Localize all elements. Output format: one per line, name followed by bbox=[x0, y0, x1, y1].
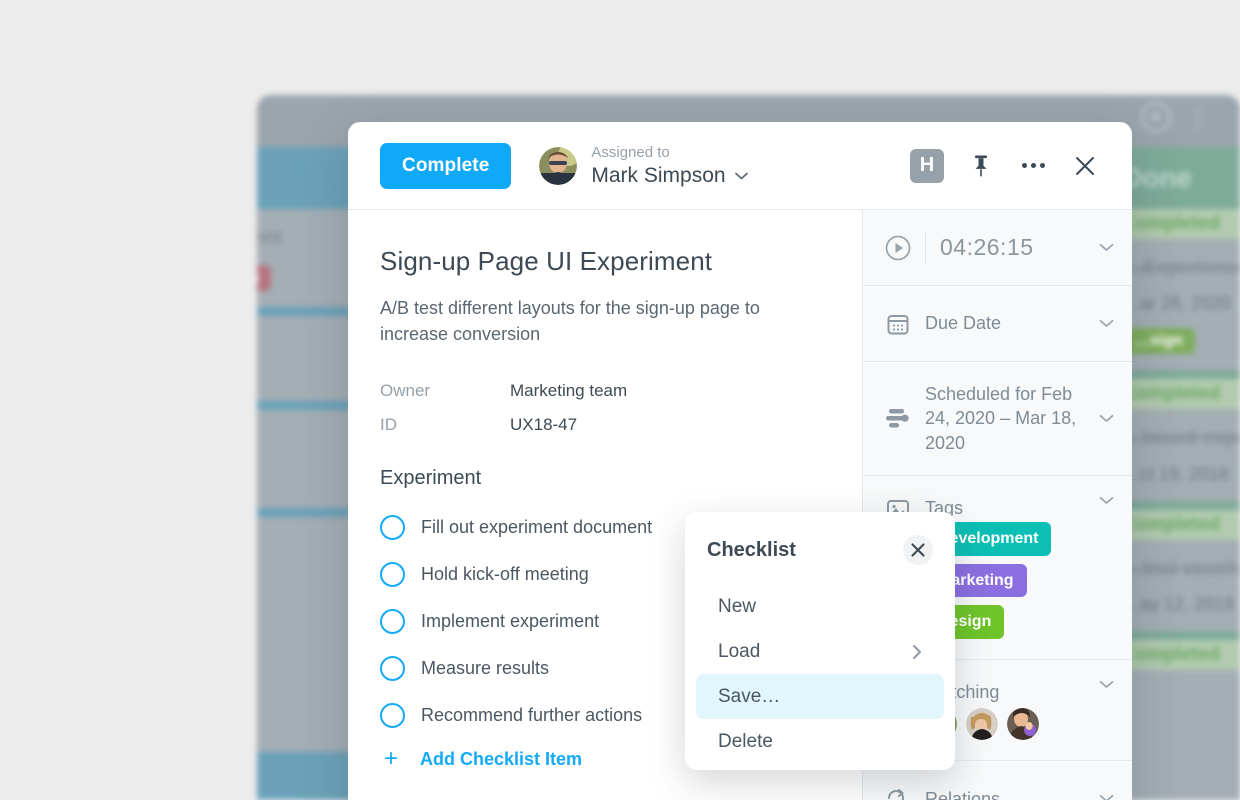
card-date: …ay 12, 2019 bbox=[1122, 593, 1235, 614]
popup-header: Checklist bbox=[685, 530, 955, 570]
screen: …d …gement Growth …via…torial …eets …ng … bbox=[0, 0, 1240, 800]
header-actions: H bbox=[910, 148, 1100, 183]
complete-button[interactable]: Complete bbox=[380, 142, 512, 189]
relations-icon bbox=[885, 786, 911, 800]
chevron-down-icon[interactable] bbox=[1099, 243, 1114, 252]
checklist-popup-menu: Checklist New Load Save… Delete bbox=[685, 512, 955, 770]
add-checklist-item-label: Add Checklist Item bbox=[420, 748, 583, 769]
property-key: Owner bbox=[380, 381, 431, 401]
popup-menu-list: New Load Save… Delete bbox=[685, 584, 955, 764]
menu-item-save[interactable]: Save… bbox=[696, 674, 944, 719]
more-horizontal-icon[interactable] bbox=[1018, 151, 1048, 181]
modal-header: Complete Assigned to Mark Simpson H bbox=[348, 122, 1132, 210]
pin-icon[interactable] bbox=[966, 151, 996, 181]
page-title: Sign-up Page UI Experiment bbox=[380, 246, 713, 276]
avatar bbox=[539, 146, 578, 185]
card-date: …ct 19, 2018 bbox=[1122, 463, 1230, 484]
checklist-item-label: Recommend further actions bbox=[421, 705, 643, 726]
section-title: Experiment bbox=[380, 467, 482, 490]
property-value: UX18-47 bbox=[510, 415, 578, 435]
toolbar-divider bbox=[1197, 105, 1199, 131]
task-description: A/B test different layouts for the sign-… bbox=[380, 298, 760, 345]
task-properties: Owner Marketing team ID UX18-47 bbox=[380, 381, 830, 435]
chevron-right-icon bbox=[912, 644, 922, 660]
card-date: …ar 26, 2020 bbox=[1122, 293, 1232, 314]
checkbox-circle-icon[interactable] bbox=[380, 609, 405, 635]
checklist-item-label: Measure results bbox=[421, 658, 550, 679]
assignee-text: Assigned to Mark Simpson bbox=[591, 143, 748, 188]
avatar[interactable] bbox=[966, 708, 998, 741]
divider bbox=[925, 231, 926, 264]
checklist-item-label: Hold kick-off meeting bbox=[421, 564, 589, 585]
assigned-to-label: Assigned to bbox=[591, 144, 670, 162]
plus-circle-icon[interactable] bbox=[1141, 102, 1171, 132]
schedule-icon bbox=[885, 405, 911, 431]
checkbox-circle-icon[interactable] bbox=[380, 562, 405, 588]
chevron-down-icon[interactable] bbox=[734, 172, 748, 180]
card-meta: …ct 19, 2018 bbox=[1122, 464, 1240, 485]
checklist-item-label: Implement experiment bbox=[421, 611, 600, 632]
timer-row[interactable]: 04:26:15 bbox=[863, 210, 1132, 286]
card-tag: Growth bbox=[257, 265, 271, 292]
close-icon[interactable] bbox=[1070, 151, 1100, 181]
chevron-down-icon[interactable] bbox=[1099, 680, 1114, 689]
chevron-down-icon[interactable] bbox=[1099, 414, 1114, 423]
chevron-down-icon[interactable] bbox=[1099, 496, 1114, 505]
scheduled-label: Scheduled for Feb 24, 2020 – Mar 18, 202… bbox=[925, 384, 1077, 453]
card-title: …board experi… bbox=[1122, 426, 1240, 450]
assignee-block[interactable]: Assigned to Mark Simpson bbox=[539, 143, 748, 188]
card-title: …Experience T… bbox=[1122, 256, 1240, 279]
property-value: Marketing team bbox=[510, 381, 628, 401]
popup-title: Checklist bbox=[707, 538, 796, 561]
property-row: ID UX18-47 bbox=[380, 415, 830, 435]
card-title: …trial voucher bbox=[1122, 556, 1240, 580]
menu-item-label: Load bbox=[718, 640, 761, 662]
card-tag: …sign bbox=[1122, 328, 1195, 355]
menu-item-label: New bbox=[718, 595, 757, 617]
checkbox-circle-icon[interactable] bbox=[380, 515, 405, 541]
menu-item-label: Delete bbox=[718, 730, 773, 752]
assignee-name: Mark Simpson bbox=[591, 163, 748, 188]
property-key: ID bbox=[380, 415, 397, 435]
chevron-down-icon[interactable] bbox=[1099, 319, 1114, 328]
menu-item-load[interactable]: Load bbox=[696, 629, 944, 674]
play-circle-icon[interactable] bbox=[885, 235, 911, 261]
assignee-name-text: Mark Simpson bbox=[591, 163, 726, 187]
close-icon[interactable] bbox=[903, 535, 933, 565]
h-badge[interactable]: H bbox=[910, 148, 944, 183]
menu-item-label: Save… bbox=[718, 685, 781, 707]
scheduled-row[interactable]: Scheduled for Feb 24, 2020 – Mar 18, 202… bbox=[863, 362, 1132, 476]
avatar[interactable] bbox=[1007, 708, 1039, 741]
checklist-item-label: Fill out experiment document bbox=[421, 517, 653, 538]
checkbox-circle-icon[interactable] bbox=[380, 656, 405, 682]
menu-item-delete[interactable]: Delete bbox=[696, 719, 944, 764]
card-meta: …ay 12, 2019 bbox=[1122, 594, 1240, 615]
timer-value: 04:26:15 bbox=[940, 234, 1034, 260]
chevron-down-icon[interactable] bbox=[1099, 794, 1114, 800]
checkbox-circle-icon[interactable] bbox=[380, 703, 405, 729]
menu-item-new[interactable]: New bbox=[696, 584, 944, 629]
card-meta: …ar 26, 2020 bbox=[1122, 293, 1240, 314]
plus-icon: + bbox=[383, 745, 398, 773]
property-row: Owner Marketing team bbox=[380, 381, 830, 401]
calendar-icon bbox=[885, 311, 911, 337]
relations-label: Relations bbox=[925, 788, 1001, 800]
due-date-label: Due Date bbox=[925, 313, 1002, 334]
due-date-row[interactable]: Due Date bbox=[863, 286, 1132, 362]
